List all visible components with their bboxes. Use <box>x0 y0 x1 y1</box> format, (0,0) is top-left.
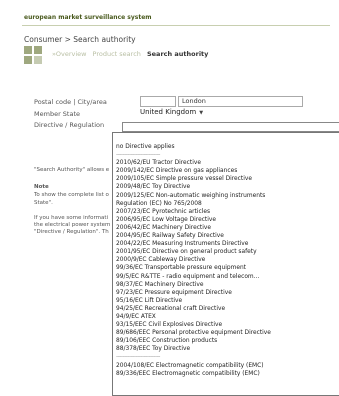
dropdown-option[interactable]: 94/9/EC ATEX <box>113 313 339 321</box>
header-rule <box>22 25 330 26</box>
dropdown-option[interactable]: 2000/9/EC Cableway Directive <box>113 256 339 264</box>
dropdown-option[interactable]: 2009/125/EC Non-automatic weighing instr… <box>113 192 339 200</box>
dropdown-option[interactable]: 2009/48/EC Toy Directive <box>113 183 339 191</box>
dropdown-option[interactable]: 2006/42/EC Machinery Directive <box>113 224 339 232</box>
dropdown-option[interactable]: 2010/62/EU Tractor Directive <box>113 159 339 167</box>
dropdown-option[interactable]: 94/25/EC Recreational craft Directive <box>113 305 339 313</box>
note-text: To show the complete list o <box>34 192 109 198</box>
member-state-label: Member State <box>34 110 81 118</box>
dropdown-option[interactable]: 2009/105/EC Simple pressure vessel Direc… <box>113 175 339 183</box>
dropdown-option[interactable]: 2001/95/EC Directive on general product … <box>113 248 339 256</box>
chevron-down-icon: ▼ <box>199 110 204 116</box>
logo-icon <box>24 46 50 74</box>
tab-search-authority[interactable]: Search authority <box>147 50 208 58</box>
nav-tabs: »Overview Product search Search authorit… <box>52 50 212 58</box>
dropdown-separator: --------------------------- <box>116 354 160 361</box>
directive-select[interactable]: ▼ <box>122 122 339 132</box>
dropdown-option[interactable]: 98/37/EC Machinery Directive <box>113 281 339 289</box>
tab-overview[interactable]: »Overview <box>52 50 86 58</box>
dropdown-option[interactable]: 99/36/EC Transportable pressure equipmen… <box>113 264 339 272</box>
dropdown-option[interactable]: no Directive applies <box>113 143 339 151</box>
dropdown-option[interactable]: 99/5/EC R&TTE - radio equipment and tele… <box>113 273 339 281</box>
breadcrumb: Consumer > Search authority <box>24 35 136 44</box>
dropdown-option[interactable]: 93/15/EEC Civil Explosives Directive <box>113 321 339 329</box>
dropdown-option[interactable]: 89/106/EEC Construction products <box>113 337 339 345</box>
dropdown-option[interactable]: 89/686/EEC Personal protective equipment… <box>113 329 339 337</box>
dropdown-option[interactable]: 2009/142/EC Directive on gas appliances <box>113 167 339 175</box>
dropdown-option[interactable]: 2007/23/EC Pyrotechnic articles <box>113 208 339 216</box>
city-input[interactable]: London <box>178 96 303 107</box>
info-text-2: the electrical power system <box>34 222 111 228</box>
dropdown-option[interactable]: 2004/95/EC Railway Safety Directive <box>113 232 339 240</box>
dropdown-option[interactable]: 95/16/EC Lift Directive <box>113 297 339 305</box>
member-state-value: United Kingdom <box>140 108 197 116</box>
dropdown-option[interactable]: 2006/95/EC Low Voltage Directive <box>113 216 339 224</box>
dropdown-option[interactable]: Regulation (EC) No 765/2008 <box>113 200 339 208</box>
note-text-2: State". <box>34 200 53 206</box>
tab-product-search[interactable]: Product search <box>93 50 141 58</box>
system-title: european market surveillance system <box>24 14 152 21</box>
info-text-1: If you have some informati <box>34 215 109 221</box>
dropdown-option[interactable]: 97/23/EC Pressure equipment Directive <box>113 289 339 297</box>
note-title: Note <box>34 184 49 190</box>
directive-dropdown-list[interactable]: no Directive applies --------------------… <box>112 132 339 396</box>
dropdown-separator: --------------------------- <box>116 152 160 159</box>
dropdown-option[interactable]: 88/378/EEC Toy Directive <box>113 345 339 353</box>
directive-label: Directive / Regulation <box>34 121 105 129</box>
postal-city-label: Postal code | City/area <box>34 98 107 106</box>
search-info-text: "Search Authority" allows e <box>34 167 110 173</box>
info-text-3: "Directive / Regulation". Th <box>34 229 109 235</box>
dropdown-option[interactable]: 89/336/EEC Electromagnetic compatibility… <box>113 370 339 378</box>
postal-code-input[interactable] <box>140 96 176 107</box>
member-state-select[interactable]: United Kingdom ▼ <box>140 108 203 116</box>
dropdown-option[interactable]: 2004/22/EC Measuring Instruments Directi… <box>113 240 339 248</box>
dropdown-option[interactable]: 2004/108/EC Electromagnetic compatibilit… <box>113 362 339 370</box>
